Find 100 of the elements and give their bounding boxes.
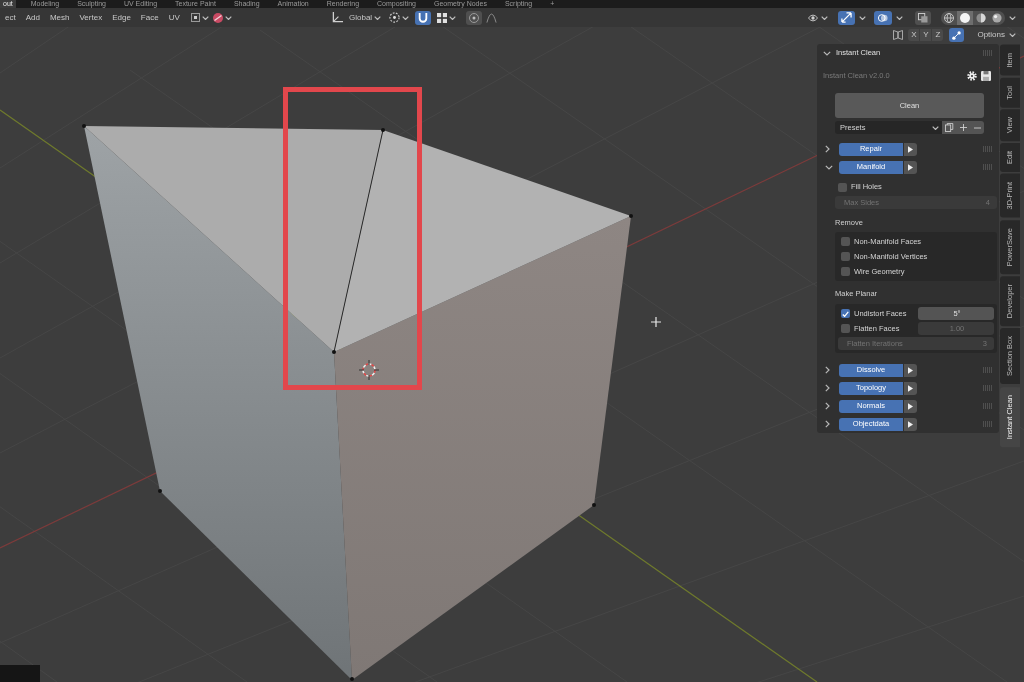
proportional-icon — [469, 12, 480, 23]
axes-icon — [332, 12, 343, 23]
chevron-icon[interactable] — [825, 384, 830, 392]
solid-circle-icon — [960, 12, 970, 23]
play-icon — [908, 163, 913, 171]
checkbox[interactable] — [838, 182, 847, 192]
run-button[interactable] — [904, 142, 917, 156]
menu-item[interactable]: Edge — [107, 10, 136, 25]
eye-icon — [807, 12, 819, 23]
menu-item[interactable]: ect — [0, 10, 21, 25]
orientation-dropdown[interactable]: Global — [330, 10, 384, 25]
grip-icon[interactable] — [983, 50, 993, 56]
sphere-icon — [212, 12, 223, 23]
mesh-vertex — [381, 128, 385, 132]
menu-item[interactable]: Add — [20, 10, 45, 25]
grip-icon[interactable] — [983, 403, 993, 409]
chevron-icon[interactable] — [825, 402, 830, 410]
mesh-vertex — [82, 124, 86, 128]
menu-item[interactable]: Vertex — [74, 10, 108, 25]
symmetry-icon[interactable] — [893, 30, 904, 40]
play-icon — [908, 366, 913, 374]
play-icon — [908, 145, 913, 153]
sphere-icon — [992, 12, 1002, 23]
overlay-toggle[interactable] — [874, 10, 892, 25]
caret-icon — [1009, 33, 1016, 37]
square-icon — [190, 13, 200, 22]
falloff-icon[interactable] — [486, 12, 498, 23]
remove-preset-button[interactable] — [970, 121, 984, 134]
caret-icon[interactable] — [896, 15, 903, 20]
chevron-icon[interactable] — [825, 164, 833, 170]
caret-icon[interactable] — [1009, 15, 1016, 20]
axis-toggle[interactable]: X — [908, 29, 920, 41]
pivot-icon — [389, 12, 401, 23]
menu-item[interactable]: Mesh — [44, 10, 75, 25]
menu-item[interactable]: UV — [163, 10, 185, 25]
play-icon — [908, 420, 913, 428]
checkmark-icon — [842, 310, 849, 317]
half-shaded-sphere-icon — [976, 12, 986, 23]
run-button[interactable] — [904, 399, 917, 413]
mesh-vertex — [332, 350, 336, 354]
wireframe-icon — [944, 12, 954, 23]
material-dropdown[interactable] — [210, 10, 234, 25]
overlay-icon — [877, 12, 889, 23]
mesh-vertex — [350, 677, 354, 681]
dots-icon — [952, 30, 962, 40]
xray-icon — [918, 12, 928, 23]
grid-icon — [437, 12, 448, 23]
axis-toggle[interactable]: Y — [920, 29, 932, 41]
options-dropdown[interactable]: Options — [971, 28, 1018, 42]
play-icon — [908, 384, 913, 392]
mesh-vertex — [592, 503, 596, 507]
checkbox[interactable] — [841, 309, 850, 318]
caret-icon — [821, 15, 828, 20]
mode-dropdown[interactable] — [188, 10, 211, 25]
snap-toggle[interactable] — [415, 10, 432, 25]
grip-icon[interactable] — [983, 164, 993, 170]
checkbox[interactable] — [841, 252, 850, 261]
plus-icon — [959, 124, 967, 131]
shading-mode-button[interactable] — [941, 10, 957, 25]
chevron-icon[interactable] — [825, 420, 830, 428]
proportional-edit-toggle[interactable] — [466, 10, 483, 25]
3d-cursor-icon — [358, 359, 380, 381]
run-button[interactable] — [904, 417, 917, 431]
copy-icon — [944, 123, 954, 132]
mesh-vertex — [158, 489, 162, 493]
chevron-icon[interactable] — [825, 366, 830, 374]
gear-icon[interactable] — [967, 71, 977, 81]
save-icon[interactable] — [981, 71, 991, 81]
merge-toggle[interactable] — [949, 28, 965, 42]
menu-item[interactable]: Face — [135, 10, 164, 25]
run-button[interactable] — [904, 160, 917, 174]
add-preset-button[interactable] — [956, 121, 970, 134]
xray-toggle[interactable] — [915, 10, 931, 25]
crosshair-icon — [650, 316, 662, 328]
grip-icon[interactable] — [983, 146, 993, 152]
caret-icon — [932, 125, 939, 130]
mesh-vertex — [629, 214, 633, 218]
shading-mode-button[interactable] — [957, 10, 973, 25]
checkbox[interactable] — [841, 237, 850, 246]
play-icon — [908, 402, 913, 410]
minus-icon — [973, 126, 981, 129]
caret-icon[interactable] — [859, 15, 866, 20]
magnet-icon — [418, 12, 429, 23]
grip-icon[interactable] — [983, 385, 993, 391]
caret-icon — [374, 15, 382, 20]
caret-icon — [402, 15, 410, 20]
caret-icon — [449, 15, 457, 20]
run-button[interactable] — [904, 363, 917, 377]
checkbox[interactable] — [841, 267, 850, 276]
grip-icon[interactable] — [983, 421, 993, 427]
corner-block — [0, 665, 40, 682]
arrows-icon — [841, 12, 852, 23]
chevron-icon[interactable] — [823, 50, 831, 56]
chevron-icon[interactable] — [825, 145, 830, 153]
copy-preset-button[interactable] — [942, 121, 956, 134]
grip-icon[interactable] — [983, 367, 993, 373]
gizmo-toggle[interactable] — [838, 10, 855, 25]
caret-icon — [201, 15, 209, 20]
axis-toggle[interactable]: Z — [932, 29, 944, 41]
run-button[interactable] — [904, 381, 917, 395]
